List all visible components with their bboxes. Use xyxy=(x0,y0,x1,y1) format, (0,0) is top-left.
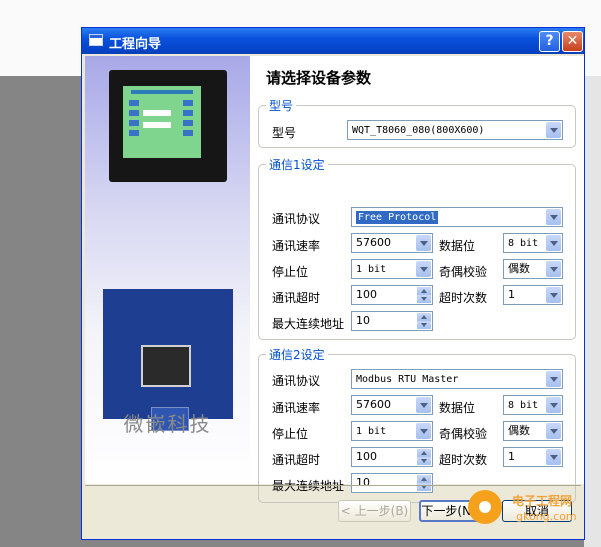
spin-arrows-icon[interactable] xyxy=(417,287,431,303)
chevron-down-icon[interactable] xyxy=(416,397,431,413)
spin-arrows-icon[interactable] xyxy=(417,313,431,329)
window-icon xyxy=(89,34,103,46)
comm1-timeout-label: 通讯超时 xyxy=(272,291,321,305)
comm2-protocol-label: 通讯协议 xyxy=(272,374,321,388)
comm2-baud-label: 通讯速率 xyxy=(272,401,321,415)
comm2-databits-label: 数据位 xyxy=(439,401,476,415)
wizard-image-panel: 微嵌科技 xyxy=(85,56,250,484)
comm2-retries-label: 超时次数 xyxy=(439,453,488,467)
comm1-protocol-label: 通讯协议 xyxy=(272,212,321,226)
site-watermark: 电子工程网 gkong.com xyxy=(468,486,586,536)
model-group-legend: 型号 xyxy=(269,99,294,113)
circuit-board-image xyxy=(103,289,233,431)
comm2-maxaddr-spinbox[interactable]: 10 xyxy=(351,473,433,493)
chevron-down-icon[interactable] xyxy=(546,209,561,225)
comm1-parity-select[interactable]: 偶数 xyxy=(503,259,563,279)
comm2-databits-select[interactable]: 8 bit xyxy=(503,395,563,415)
parameters-panel: 请选择设备参数 型号 型号 WQT_T8060_080(800X600) 通信1… xyxy=(250,56,584,503)
close-button[interactable]: ✕ xyxy=(562,31,583,52)
prev-button[interactable]: < 上一步(B) xyxy=(338,500,411,522)
spin-arrows-icon[interactable] xyxy=(417,475,431,491)
comm1-baud-label: 通讯速率 xyxy=(272,239,321,253)
chevron-down-icon[interactable] xyxy=(416,261,431,277)
comm2-timeout-spinbox[interactable]: 100 xyxy=(351,447,433,467)
watermark-subtext: gkong.com xyxy=(516,510,577,523)
watermark-text: 电子工程网 xyxy=(512,494,573,508)
window-title: 工程向导 xyxy=(109,37,162,52)
comm1-databits-select[interactable]: 8 bit xyxy=(503,233,563,253)
comm1-maxaddr-label: 最大连续地址 xyxy=(272,317,345,331)
title-bar[interactable]: 工程向导 ? ✕ xyxy=(82,28,584,54)
chevron-down-icon[interactable] xyxy=(546,122,561,138)
hmi-device-image xyxy=(109,70,227,182)
model-label: 型号 xyxy=(272,126,297,140)
comm2-parity-select[interactable]: 偶数 xyxy=(503,421,563,441)
chevron-down-icon[interactable] xyxy=(546,287,561,303)
chevron-down-icon[interactable] xyxy=(416,235,431,251)
chevron-down-icon[interactable] xyxy=(546,397,561,413)
desktop-right-strip xyxy=(584,76,601,547)
comm2-baud-select[interactable]: 57600 xyxy=(351,395,433,415)
comm1-timeout-spinbox[interactable]: 100 xyxy=(351,285,433,305)
comm2-stopbits-select[interactable]: 1 bit xyxy=(351,421,433,441)
comm1-retries-label: 超时次数 xyxy=(439,291,488,305)
brand-logo-text: 微嵌科技 xyxy=(123,412,212,436)
comm1-baud-select[interactable]: 57600 xyxy=(351,233,433,253)
hmi-screen xyxy=(123,86,201,158)
chevron-down-icon[interactable] xyxy=(546,371,561,387)
comm1-stopbits-label: 停止位 xyxy=(272,265,309,279)
comm2-timeout-label: 通讯超时 xyxy=(272,453,321,467)
chevron-down-icon[interactable] xyxy=(546,235,561,251)
model-select[interactable]: WQT_T8060_080(800X600) xyxy=(347,120,563,140)
chevron-down-icon[interactable] xyxy=(546,261,561,277)
comm1-protocol-select[interactable]: Free Protocol xyxy=(351,207,563,227)
comm1-maxaddr-spinbox[interactable]: 10 xyxy=(351,311,433,331)
chevron-down-icon[interactable] xyxy=(546,423,561,439)
comm2-stopbits-label: 停止位 xyxy=(272,427,309,441)
project-wizard-dialog: 工程向导 ? ✕ 微嵌科技 请选择设备参数 型号 型号 WQT_T8060_08… xyxy=(81,27,585,540)
chevron-down-icon[interactable] xyxy=(416,423,431,439)
board-chip xyxy=(141,345,191,387)
page-heading: 请选择设备参数 xyxy=(266,69,372,87)
comm2-retries-select[interactable]: 1 xyxy=(503,447,563,467)
comm1-parity-label: 奇偶校验 xyxy=(439,265,488,279)
comm2-protocol-select[interactable]: Modbus RTU Master xyxy=(351,369,563,389)
gear-logo-icon xyxy=(468,490,502,524)
comm1-retries-select[interactable]: 1 xyxy=(503,285,563,305)
spin-arrows-icon[interactable] xyxy=(417,449,431,465)
comm1-group-legend: 通信1设定 xyxy=(269,158,325,172)
comm2-group-legend: 通信2设定 xyxy=(269,348,325,362)
help-button[interactable]: ? xyxy=(539,31,560,52)
chevron-down-icon[interactable] xyxy=(546,449,561,465)
comm1-stopbits-select[interactable]: 1 bit xyxy=(351,259,433,279)
comm1-databits-label: 数据位 xyxy=(439,239,476,253)
comm2-parity-label: 奇偶校验 xyxy=(439,427,488,441)
